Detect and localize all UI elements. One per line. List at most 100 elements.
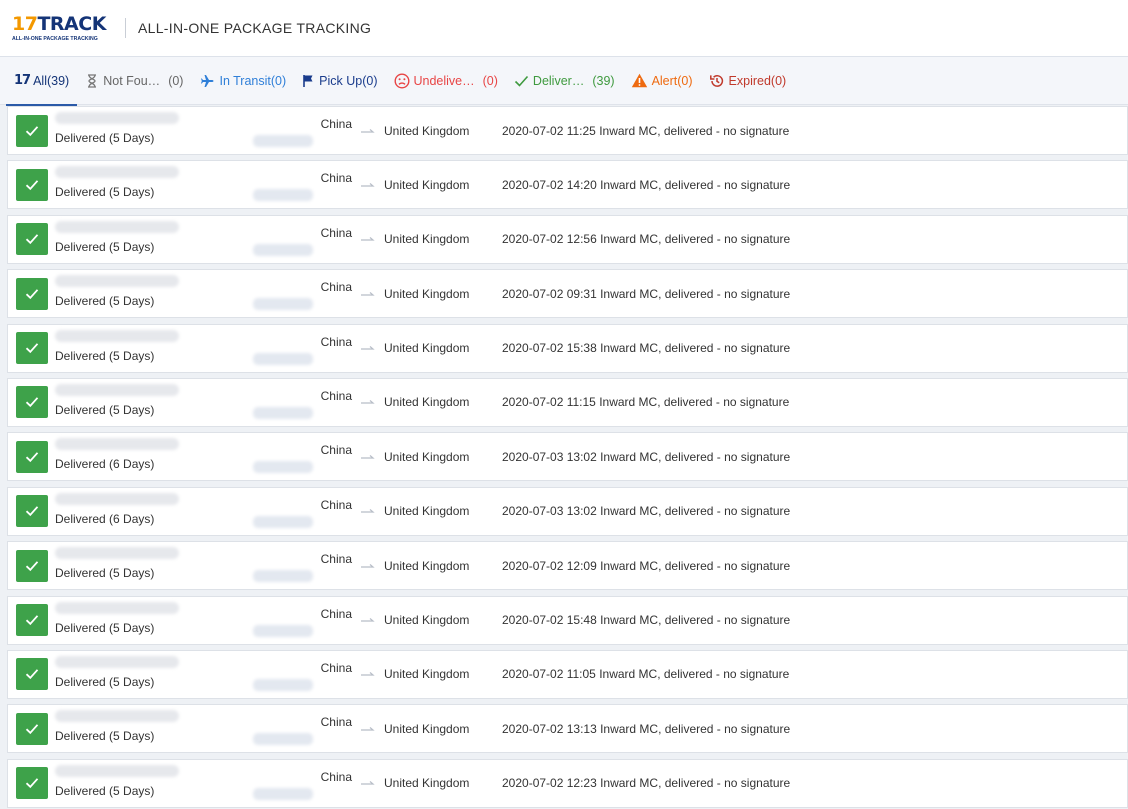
- logo[interactable]: 17TRACK ALL-IN-ONE PACKAGE TRACKING: [12, 14, 112, 42]
- table-row[interactable]: Delivered (5 Days) China United Kingdom …: [7, 704, 1128, 754]
- delivery-status: Delivered (5 Days): [55, 294, 155, 309]
- check-icon: [25, 506, 39, 517]
- arrow-right-icon: [360, 670, 382, 678]
- delivery-status: Delivered (5 Days): [55, 185, 155, 200]
- tab-delivered[interactable]: Deliver… (39): [506, 57, 623, 105]
- table-row[interactable]: Delivered (5 Days) China United Kingdom …: [7, 377, 1128, 427]
- tab-delivered-count: (39): [592, 73, 615, 88]
- destination-country: United Kingdom: [384, 504, 470, 519]
- warning-icon: [631, 73, 647, 88]
- delivered-status-icon: [16, 114, 48, 147]
- origin-detail-redacted: [253, 570, 313, 583]
- origin-country: China: [320, 388, 352, 403]
- arrow-right-icon: [360, 507, 382, 515]
- delivery-status: Delivered (6 Days): [55, 511, 155, 526]
- arrow-right-icon: [360, 290, 382, 298]
- delivered-status-icon: [16, 767, 48, 800]
- delivered-status-icon: [16, 223, 48, 256]
- latest-event: 2020-07-02 15:48 Inward MC, delivered - …: [502, 613, 791, 628]
- origin-country: China: [320, 606, 352, 621]
- check-icon: [25, 234, 39, 245]
- delivered-status-icon: [16, 168, 48, 201]
- origin-detail-redacted: [253, 189, 313, 202]
- tab-pick-up[interactable]: Pick Up(0): [294, 57, 385, 105]
- delivered-status-icon: [16, 712, 48, 745]
- destination-country: United Kingdom: [384, 449, 470, 464]
- delivered-status-icon: [16, 549, 48, 582]
- delivery-status: Delivered (5 Days): [55, 674, 155, 689]
- table-row[interactable]: Delivered (5 Days) China United Kingdom …: [7, 160, 1128, 210]
- table-row[interactable]: Delivered (5 Days) China United Kingdom …: [7, 541, 1128, 591]
- table-row[interactable]: Delivered (5 Days) China United Kingdom …: [7, 269, 1128, 319]
- latest-event: 2020-07-03 13:02 Inward MC, delivered - …: [502, 449, 791, 464]
- delivered-status-icon: [16, 386, 48, 419]
- table-row[interactable]: Delivered (6 Days) China United Kingdom …: [7, 432, 1128, 482]
- destination-country: United Kingdom: [384, 341, 470, 356]
- logo-17-icon: 17: [14, 73, 31, 88]
- table-row[interactable]: Delivered (5 Days) China United Kingdom …: [7, 106, 1128, 155]
- table-row[interactable]: Delivered (5 Days) China United Kingdom …: [7, 595, 1128, 645]
- origin-country: China: [320, 769, 352, 784]
- check-icon: [25, 125, 39, 136]
- tab-not-found[interactable]: Not Fou… (0): [77, 57, 191, 105]
- tab-not-found-label: Not Fou…: [103, 73, 161, 88]
- delivery-status: Delivered (5 Days): [55, 348, 155, 363]
- origin-country: China: [320, 280, 352, 295]
- package-list: Delivered (5 Days) China United Kingdom …: [0, 106, 1128, 808]
- delivery-status: Delivered (5 Days): [55, 239, 155, 254]
- tracking-number-redacted: [55, 764, 179, 777]
- check-icon: [25, 180, 39, 190]
- check-icon: [25, 778, 39, 789]
- delivered-status-icon: [16, 440, 48, 473]
- origin-detail-redacted: [253, 406, 313, 419]
- sad-face-icon: [393, 72, 410, 89]
- origin-detail-redacted: [253, 515, 313, 528]
- latest-event: 2020-07-02 11:25 Inward MC, delivered - …: [502, 123, 790, 138]
- destination-country: United Kingdom: [384, 558, 470, 573]
- arrow-right-icon: [360, 616, 382, 624]
- latest-event: 2020-07-02 14:20 Inward MC, delivered - …: [502, 177, 791, 192]
- tab-undelivered-count: (0): [482, 73, 498, 88]
- tab-undelivered[interactable]: Undelive… (0): [386, 57, 506, 105]
- tab-expired[interactable]: Expired(0): [701, 57, 795, 105]
- page-title: ALL-IN-ONE PACKAGE TRACKING: [138, 20, 372, 36]
- delivered-status-icon: [16, 604, 48, 637]
- tab-all[interactable]: 17 All(39): [6, 57, 78, 106]
- origin-country: China: [320, 117, 352, 131]
- tracking-number-redacted: [55, 710, 179, 723]
- table-row[interactable]: Delivered (5 Days) China United Kingdom …: [7, 323, 1128, 373]
- app-header: 17TRACK ALL-IN-ONE PACKAGE TRACKING ALL-…: [0, 0, 1128, 57]
- origin-detail-redacted: [253, 352, 313, 365]
- tracking-number-redacted: [55, 438, 179, 451]
- delivered-status-icon: [16, 658, 48, 691]
- delivery-status: Delivered (5 Days): [55, 402, 155, 417]
- status-tabs: 17 All(39) Not Fou… (0) In Transit(0) Pic…: [0, 57, 1128, 106]
- delivery-status: Delivered (5 Days): [55, 620, 155, 635]
- latest-event: 2020-07-02 12:09 Inward MC, delivered - …: [502, 558, 791, 573]
- latest-event: 2020-07-02 11:15 Inward MC, delivered - …: [502, 395, 790, 410]
- table-row[interactable]: Delivered (6 Days) China United Kingdom …: [7, 486, 1128, 536]
- tracking-number-redacted: [55, 492, 179, 505]
- history-icon: [709, 74, 723, 87]
- arrow-right-icon: [360, 398, 382, 406]
- tracking-number-redacted: [55, 220, 179, 233]
- origin-detail-redacted: [253, 787, 313, 800]
- tab-delivered-label: Deliver…: [532, 73, 585, 88]
- tracking-number-redacted: [55, 601, 179, 614]
- origin-country: China: [320, 660, 352, 675]
- table-row[interactable]: Delivered (5 Days) China United Kingdom …: [7, 649, 1128, 699]
- latest-event: 2020-07-02 09:31 Inward MC, delivered - …: [502, 286, 791, 301]
- tracking-number-redacted: [55, 547, 179, 560]
- table-row[interactable]: Delivered (5 Days) China United Kingdom …: [7, 214, 1128, 264]
- tab-alert[interactable]: Alert(0): [623, 57, 701, 105]
- check-icon: [25, 397, 39, 408]
- destination-country: United Kingdom: [384, 232, 470, 247]
- hourglass-icon: [88, 73, 97, 88]
- tracking-number-redacted: [55, 112, 179, 124]
- tab-in-transit[interactable]: In Transit(0): [191, 57, 294, 105]
- destination-country: United Kingdom: [384, 721, 470, 736]
- origin-detail-redacted: [253, 678, 313, 691]
- table-row[interactable]: Delivered (5 Days) China United Kingdom …: [7, 758, 1128, 808]
- origin-country: China: [320, 715, 352, 730]
- delivered-status-icon: [16, 332, 48, 365]
